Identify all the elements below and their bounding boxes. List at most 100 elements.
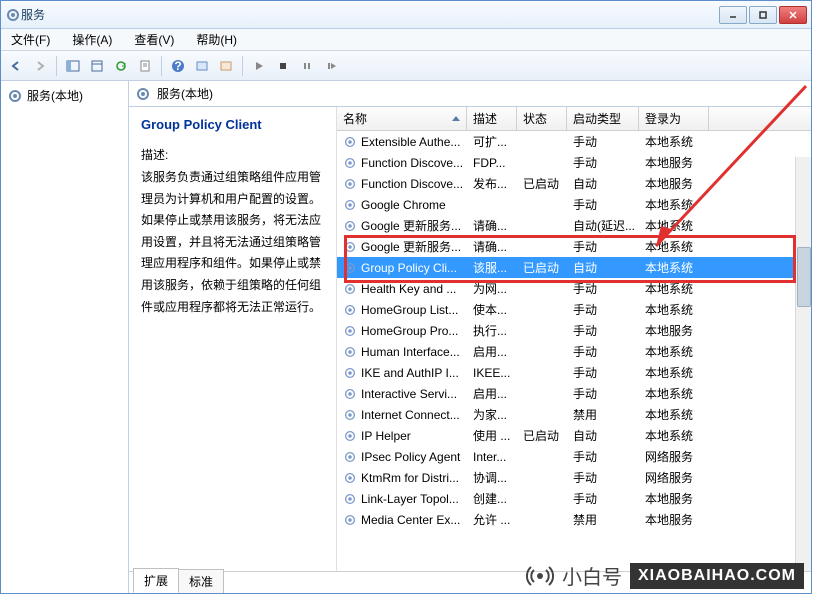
- toolbar-button-b[interactable]: [215, 55, 237, 77]
- cell-status: 已启动: [517, 259, 567, 276]
- tab-extended[interactable]: 扩展: [133, 568, 179, 593]
- col-status[interactable]: 状态: [517, 107, 567, 130]
- table-row[interactable]: Function Discove...FDP...手动本地服务: [337, 152, 811, 173]
- stop-button[interactable]: [272, 55, 294, 77]
- menu-help[interactable]: 帮助(H): [192, 29, 241, 50]
- cell-start: 手动: [567, 469, 639, 486]
- gear-icon: [135, 86, 151, 102]
- cell-start: 自动(延迟...: [567, 217, 639, 234]
- play-button[interactable]: [248, 55, 270, 77]
- service-icon: [343, 135, 357, 149]
- list-pane: 名称 描述 状态 启动类型 登录为 Extensible Authe...可扩.…: [337, 107, 811, 593]
- table-row[interactable]: Internet Connect...为家...禁用本地系统: [337, 404, 811, 425]
- table-row[interactable]: Google 更新服务...请确...手动本地系统: [337, 236, 811, 257]
- cell-logon: 本地服务: [639, 154, 709, 171]
- col-start[interactable]: 启动类型: [567, 107, 639, 130]
- list-rows[interactable]: Extensible Authe...可扩...手动本地系统 Function D…: [337, 131, 811, 551]
- table-row[interactable]: Google 更新服务...请确...自动(延迟...本地系统: [337, 215, 811, 236]
- cell-desc: 请确...: [467, 238, 517, 255]
- table-row[interactable]: Media Center Ex...允许 ...禁用本地服务: [337, 509, 811, 530]
- right-header-label: 服务(本地): [157, 85, 213, 102]
- cell-start: 手动: [567, 154, 639, 171]
- cell-name: Health Key and ...: [337, 282, 467, 296]
- tab-standard[interactable]: 标准: [178, 569, 224, 593]
- table-row[interactable]: IP Helper使用 ...已启动自动本地系统: [337, 425, 811, 446]
- cell-desc: 请确...: [467, 217, 517, 234]
- cell-start: 手动: [567, 448, 639, 465]
- table-row[interactable]: IPsec Policy AgentInter...手动网络服务: [337, 446, 811, 467]
- pause-button[interactable]: [296, 55, 318, 77]
- table-row[interactable]: KtmRm for Distri...协调...手动网络服务: [337, 467, 811, 488]
- gear-icon: [7, 88, 23, 104]
- cell-name: Internet Connect...: [337, 408, 467, 422]
- table-row[interactable]: Google Chrome手动本地系统: [337, 194, 811, 215]
- scroll-thumb[interactable]: [797, 247, 811, 307]
- cell-name: Google 更新服务...: [337, 217, 467, 234]
- cell-logon: 本地系统: [639, 364, 709, 381]
- table-row[interactable]: HomeGroup List...使本...手动本地系统: [337, 299, 811, 320]
- service-icon: [343, 303, 357, 317]
- cell-status: 已启动: [517, 427, 567, 444]
- cell-name: HomeGroup List...: [337, 303, 467, 317]
- tree-root-label: 服务(本地): [27, 87, 83, 104]
- svg-text:?: ?: [174, 59, 181, 73]
- scrollbar[interactable]: [795, 157, 811, 593]
- menu-action[interactable]: 操作(A): [68, 29, 116, 50]
- cell-name: Interactive Servi...: [337, 387, 467, 401]
- refresh-button[interactable]: [110, 55, 132, 77]
- service-icon: [343, 471, 357, 485]
- cell-name: Media Center Ex...: [337, 513, 467, 527]
- toolbar: ?: [1, 51, 811, 81]
- table-row[interactable]: Group Policy Cli...该服...已启动自动本地系统: [337, 257, 811, 278]
- cell-start: 自动: [567, 175, 639, 192]
- export-button[interactable]: [86, 55, 108, 77]
- col-name[interactable]: 名称: [337, 107, 467, 130]
- table-row[interactable]: Interactive Servi...启用...手动本地系统: [337, 383, 811, 404]
- detail-text: 该服务负责通过组策略组件应用管理员为计算机和用户配置的设置。如果停止或禁用该服务…: [141, 167, 324, 318]
- cell-name: Google Chrome: [337, 198, 467, 212]
- forward-button[interactable]: [29, 55, 51, 77]
- service-icon: [343, 345, 357, 359]
- cell-desc: 协调...: [467, 469, 517, 486]
- cell-logon: 本地服务: [639, 511, 709, 528]
- service-icon: [343, 450, 357, 464]
- toolbar-button-a[interactable]: [191, 55, 213, 77]
- cell-start: 自动: [567, 259, 639, 276]
- titlebar: 服务: [1, 1, 811, 29]
- back-button[interactable]: [5, 55, 27, 77]
- restart-button[interactable]: [320, 55, 342, 77]
- cell-logon: 本地系统: [639, 259, 709, 276]
- cell-desc: 为家...: [467, 406, 517, 423]
- properties-button[interactable]: [134, 55, 156, 77]
- cell-logon: 本地服务: [639, 175, 709, 192]
- table-row[interactable]: HomeGroup Pro...执行...手动本地服务: [337, 320, 811, 341]
- menu-view[interactable]: 查看(V): [130, 29, 178, 50]
- cell-start: 手动: [567, 280, 639, 297]
- menu-file[interactable]: 文件(F): [7, 29, 54, 50]
- cell-logon: 本地服务: [639, 322, 709, 339]
- cell-name: IKE and AuthIP I...: [337, 366, 467, 380]
- close-button[interactable]: [779, 6, 807, 24]
- tree-root-item[interactable]: 服务(本地): [5, 85, 124, 106]
- table-row[interactable]: Extensible Authe...可扩...手动本地系统: [337, 131, 811, 152]
- cell-name: Link-Layer Topol...: [337, 492, 467, 506]
- cell-desc: FDP...: [467, 156, 517, 170]
- table-row[interactable]: Health Key and ...为网...手动本地系统: [337, 278, 811, 299]
- service-icon: [343, 492, 357, 506]
- cell-start: 自动: [567, 427, 639, 444]
- table-row[interactable]: Link-Layer Topol...创建...手动本地服务: [337, 488, 811, 509]
- table-row[interactable]: IKE and AuthIP I...IKEE...手动本地系统: [337, 362, 811, 383]
- col-logon[interactable]: 登录为: [639, 107, 709, 130]
- service-icon: [343, 261, 357, 275]
- minimize-button[interactable]: [719, 6, 747, 24]
- help-button[interactable]: ?: [167, 55, 189, 77]
- table-row[interactable]: Function Discove...发布...已启动自动本地服务: [337, 173, 811, 194]
- cell-start: 禁用: [567, 511, 639, 528]
- col-desc[interactable]: 描述: [467, 107, 517, 130]
- table-row[interactable]: Human Interface...启用...手动本地系统: [337, 341, 811, 362]
- cell-start: 手动: [567, 133, 639, 150]
- maximize-button[interactable]: [749, 6, 777, 24]
- service-icon: [343, 219, 357, 233]
- show-hide-tree-button[interactable]: [62, 55, 84, 77]
- cell-logon: 本地系统: [639, 385, 709, 402]
